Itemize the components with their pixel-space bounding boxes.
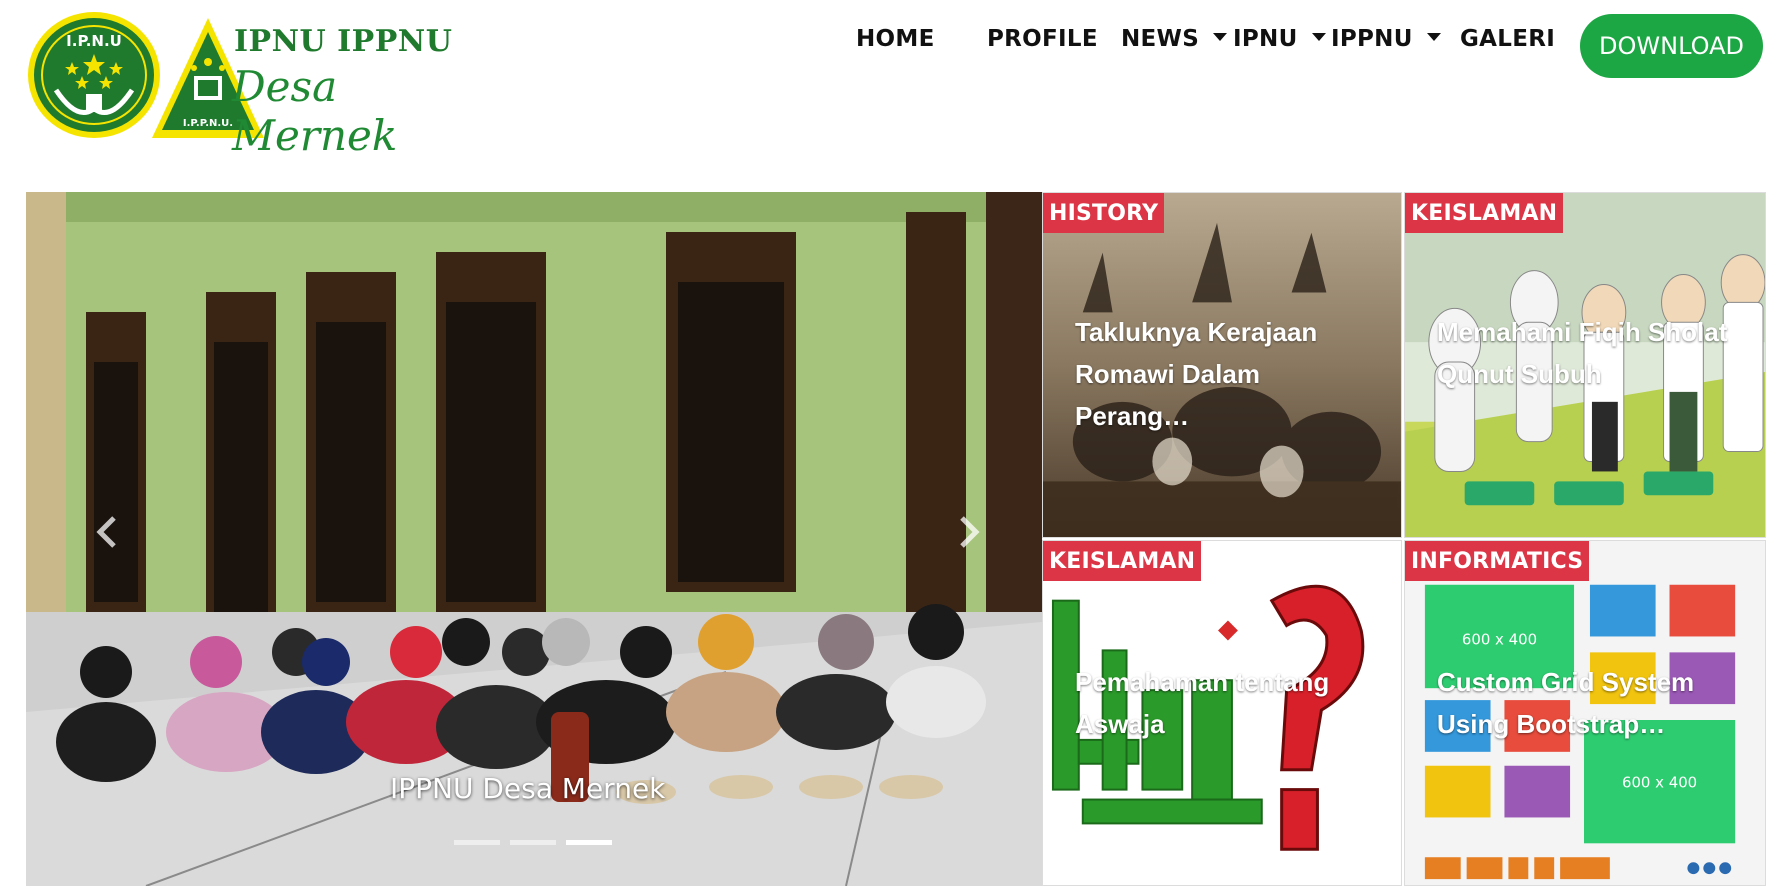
news-card-keislaman-aswaja[interactable]: KEISLAMAN Pemahaman tentang Aswaja — [1042, 540, 1402, 886]
chevron-left-icon[interactable] — [88, 512, 128, 552]
caret-down-icon — [1426, 32, 1441, 41]
download-button[interactable]: DOWNLOAD — [1580, 14, 1763, 78]
nav-ipnu[interactable]: IPNU — [1233, 26, 1326, 52]
card-title[interactable]: Memahami Fiqih Sholat Qunut Subuh — [1437, 311, 1745, 395]
svg-text:I.P.N.U: I.P.N.U — [66, 32, 122, 50]
ipnu-emblem-icon: I.P.N.U — [28, 12, 160, 138]
nav-galeri[interactable]: GALERI — [1460, 26, 1555, 52]
card-title[interactable]: Custom Grid System Using Bootstrap… — [1437, 661, 1745, 745]
nav-profile[interactable]: PROFILE — [987, 26, 1098, 52]
category-badge[interactable]: KEISLAMAN — [1043, 541, 1202, 581]
category-badge[interactable]: KEISLAMAN — [1405, 193, 1564, 233]
brand-line1: IPNU IPPNU — [234, 24, 453, 59]
caret-down-icon — [1311, 32, 1326, 41]
chevron-right-icon[interactable] — [948, 512, 988, 552]
nav-news[interactable]: NEWS — [1121, 26, 1228, 52]
carousel-indicator-2[interactable] — [510, 840, 556, 845]
card-title[interactable]: Takluknya Kerajaan Romawi Dalam Perang… — [1075, 311, 1381, 437]
news-card-keislaman-fiqih[interactable]: KEISLAMAN Memahami Fiqih Sholat Qunut Su… — [1404, 192, 1766, 538]
carousel-indicator-3[interactable] — [566, 840, 612, 845]
nav-home[interactable]: HOME — [856, 26, 935, 52]
nav-ippnu[interactable]: IPPNU — [1331, 26, 1441, 52]
carousel-caption: IPPNU Desa Mernek — [390, 772, 666, 805]
carousel-indicator-1[interactable] — [454, 840, 500, 845]
category-badge[interactable]: INFORMATICS — [1405, 541, 1590, 581]
svg-text:I.P.P.N.U.: I.P.P.N.U. — [183, 118, 233, 129]
brand-line2: Desa Mernek — [232, 62, 398, 160]
card-title[interactable]: Pemahaman tentang Aswaja — [1075, 661, 1381, 745]
caret-down-icon — [1213, 32, 1228, 41]
hero-carousel: IPPNU Desa Mernek — [26, 192, 1042, 886]
site-header: I.P.N.U I.P.P.N.U. IPNU IPPNU Desa Merne… — [0, 0, 1779, 160]
news-card-history[interactable]: HISTORY Takluknya Kerajaan Romawi Dalam … — [1042, 192, 1402, 538]
svg-text:600 x 400: 600 x 400 — [1622, 774, 1697, 792]
category-badge[interactable]: HISTORY — [1043, 193, 1165, 233]
svg-text:600 x 400: 600 x 400 — [1462, 630, 1537, 648]
news-card-informatics[interactable]: 600 x 400 600 x 400 INFORMATICS Custom G… — [1404, 540, 1766, 886]
site-logo[interactable]: I.P.N.U I.P.P.N.U. IPNU IPPNU Desa Merne… — [26, 10, 466, 160]
